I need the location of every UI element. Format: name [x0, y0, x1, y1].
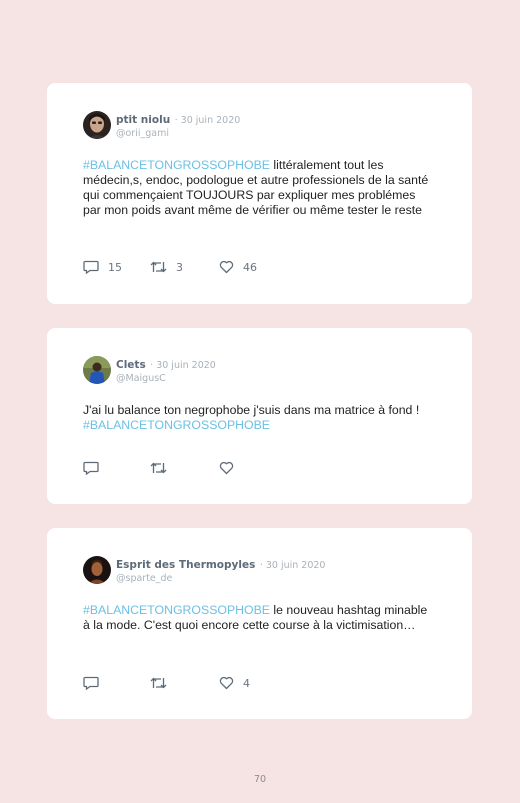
hashtag-link[interactable]: #BALANCETONGROSSOPHOBE	[83, 158, 270, 172]
tweet-text: J'ai lu balance ton negrophobe j'suis da…	[83, 403, 433, 433]
reply-icon	[83, 676, 99, 690]
hashtag-link[interactable]: #BALANCETONGROSSOPHOBE	[83, 603, 270, 617]
reply-button[interactable]: 15	[83, 260, 122, 274]
author-handle[interactable]: @MaigusC	[116, 373, 216, 385]
tweet-card-3: Esprit des Thermopyles · 30 juin 2020 @s…	[47, 528, 472, 719]
like-button[interactable]	[219, 461, 234, 475]
reply-count: 15	[108, 260, 122, 274]
retweet-button[interactable]	[150, 461, 167, 475]
heart-icon	[219, 676, 234, 690]
author-handle[interactable]: @orii_gami	[116, 128, 240, 140]
heart-icon	[219, 260, 234, 274]
author-name[interactable]: ptit niolu	[116, 114, 170, 126]
like-button[interactable]: 46	[219, 260, 257, 274]
retweet-icon	[150, 261, 167, 273]
like-button[interactable]: 4	[219, 676, 250, 690]
avatar[interactable]	[83, 111, 111, 139]
retweet-icon	[150, 462, 167, 474]
reply-button[interactable]	[83, 461, 99, 475]
hashtag-link[interactable]: #BALANCETONGROSSOPHOBE	[83, 418, 270, 432]
tweet-card-2: Clets · 30 juin 2020 @MaigusC J'ai lu ba…	[47, 328, 472, 504]
tweet-date: · 30 juin 2020	[174, 115, 241, 126]
retweet-count: 3	[176, 260, 183, 274]
tweet-text: #BALANCETONGROSSOPHOBE littéralement tou…	[83, 158, 433, 218]
reply-icon	[83, 461, 99, 475]
page-number: 70	[253, 774, 267, 785]
reply-icon	[83, 260, 99, 274]
heart-icon	[219, 461, 234, 475]
tweet-text-content: J'ai lu balance ton negrophobe j'suis da…	[83, 403, 420, 417]
like-count: 46	[243, 260, 257, 274]
retweet-button[interactable]	[150, 676, 167, 690]
like-count: 4	[243, 676, 250, 690]
reply-button[interactable]	[83, 676, 99, 690]
tweet-text: #BALANCETONGROSSOPHOBE le nouveau hashta…	[83, 603, 433, 633]
tweet-card-1: ptit niolu · 30 juin 2020 @orii_gami #BA…	[47, 83, 472, 304]
retweet-icon	[150, 677, 167, 689]
tweet-date: · 30 juin 2020	[259, 560, 326, 571]
retweet-button[interactable]: 3	[150, 260, 183, 274]
avatar[interactable]	[83, 356, 111, 384]
author-handle[interactable]: @sparte_de	[116, 573, 325, 585]
author-name[interactable]: Esprit des Thermopyles	[116, 559, 255, 571]
tweet-date: · 30 juin 2020	[150, 360, 216, 371]
author-name[interactable]: Clets	[116, 359, 146, 371]
avatar[interactable]	[83, 556, 111, 584]
